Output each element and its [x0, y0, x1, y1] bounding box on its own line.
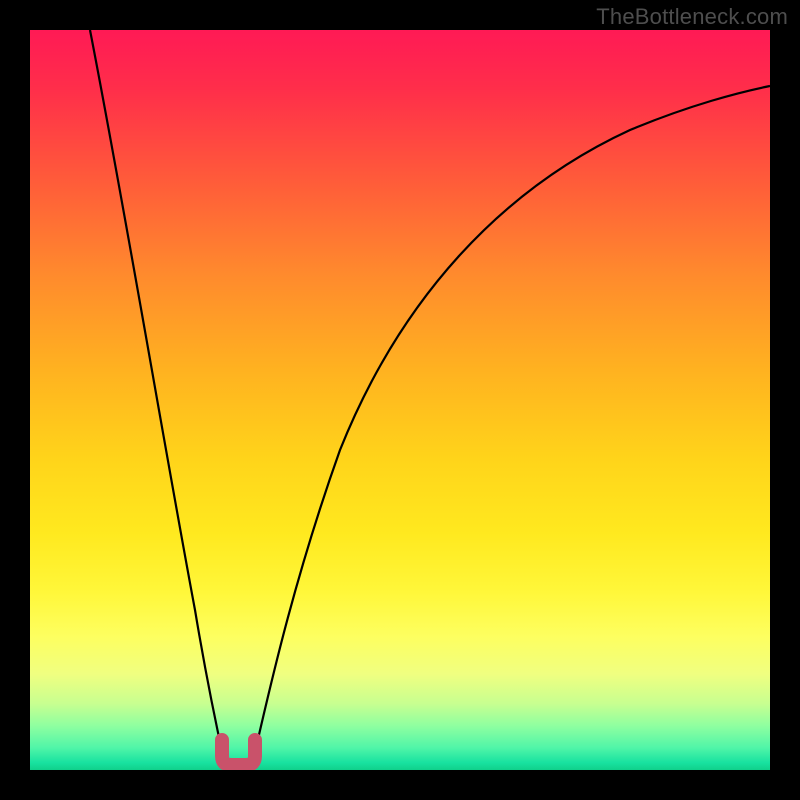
- chart-frame: TheBottleneck.com: [0, 0, 800, 800]
- curve-right-branch: [252, 86, 770, 765]
- bottleneck-curve: [30, 30, 770, 770]
- plot-area: [30, 30, 770, 770]
- bottleneck-marker: [222, 740, 255, 765]
- watermark-text: TheBottleneck.com: [596, 4, 788, 30]
- curve-left-branch: [90, 30, 225, 765]
